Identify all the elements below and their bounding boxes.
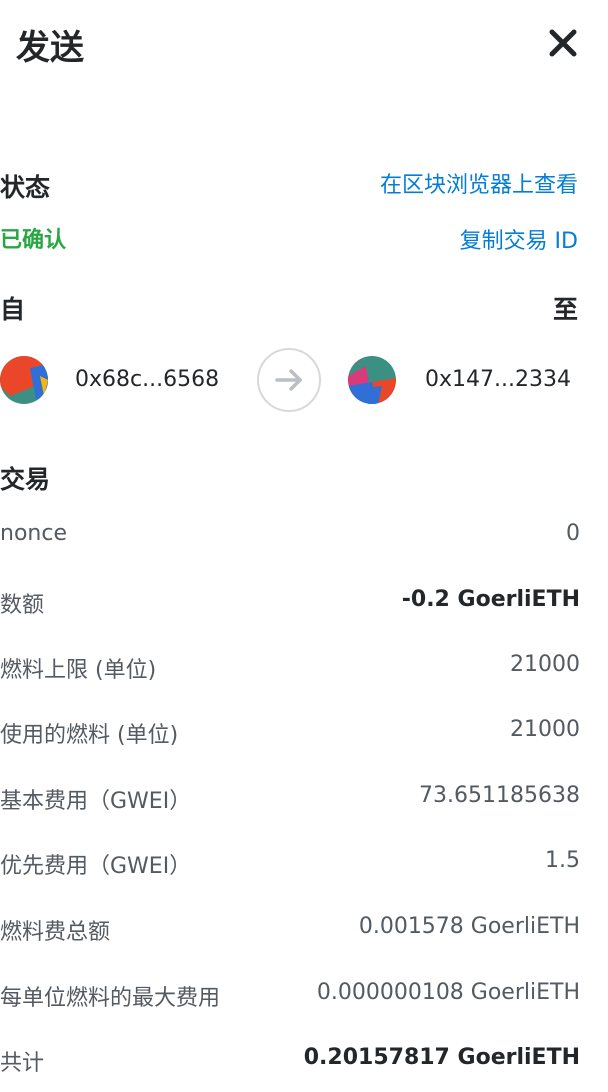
- detail-row-priority-fee: 优先费用（GWEI） 1.5: [0, 848, 580, 880]
- detail-value: 73.651185638: [419, 783, 580, 808]
- status-label: 状态: [0, 173, 51, 202]
- detail-value: 0.001578 GoerliETH: [358, 914, 580, 939]
- close-icon: [549, 29, 577, 57]
- detail-value: 21000: [510, 717, 580, 742]
- detail-label: 共计: [0, 1051, 45, 1076]
- detail-value: 0: [566, 521, 580, 546]
- detail-row-total: 共计 0.20157817 GoerliETH: [0, 1045, 580, 1077]
- arrow-indicator: [257, 348, 321, 412]
- from-label: 自: [0, 295, 26, 324]
- copy-tx-id-link[interactable]: 复制交易 ID: [460, 223, 578, 255]
- page-title: 发送: [16, 28, 84, 68]
- from-address[interactable]: 0x68c...6568: [75, 367, 219, 392]
- detail-value: -0.2 GoerliETH: [401, 587, 580, 612]
- detail-row-base-fee: 基本费用（GWEI） 73.651185638: [0, 783, 580, 815]
- detail-label: 燃料上限 (单位): [0, 658, 157, 683]
- to-address[interactable]: 0x147...2334: [425, 367, 571, 392]
- detail-value: 0.20157817 GoerliETH: [303, 1045, 580, 1070]
- detail-label: 基本费用（GWEI）: [0, 789, 192, 814]
- detail-value: 0.000000108 GoerliETH: [316, 980, 580, 1005]
- detail-label: 每单位燃料的最大费用: [0, 986, 221, 1011]
- detail-value: 1.5: [545, 848, 580, 873]
- status-badge: 已确认: [0, 228, 67, 253]
- header: 发送: [0, 0, 608, 90]
- detail-label: nonce: [0, 521, 67, 546]
- view-on-explorer-link[interactable]: 在区块浏览器上查看: [380, 167, 578, 199]
- detail-label: 数额: [0, 593, 45, 618]
- transaction-title: 交易: [0, 465, 51, 494]
- to-avatar[interactable]: [348, 356, 396, 404]
- detail-row-max-fee-per-gas: 每单位燃料的最大费用 0.000000108 GoerliETH: [0, 980, 580, 1012]
- from-avatar[interactable]: [0, 356, 48, 404]
- detail-row-nonce: nonce 0: [0, 521, 580, 553]
- arrow-right-icon: [275, 369, 302, 391]
- detail-row-gas-limit: 燃料上限 (单位) 21000: [0, 652, 580, 684]
- detail-value: 21000: [510, 652, 580, 677]
- detail-row-amount: 数额 -0.2 GoerliETH: [0, 587, 580, 619]
- to-label: 至: [552, 295, 578, 324]
- close-button[interactable]: [546, 26, 580, 60]
- detail-row-gas-used: 使用的燃料 (单位) 21000: [0, 717, 580, 749]
- detail-label: 优先费用（GWEI）: [0, 854, 192, 879]
- detail-label: 使用的燃料 (单位): [0, 723, 179, 748]
- detail-label: 燃料费总额: [0, 920, 111, 945]
- detail-row-total-gas-fee: 燃料费总额 0.001578 GoerliETH: [0, 914, 580, 946]
